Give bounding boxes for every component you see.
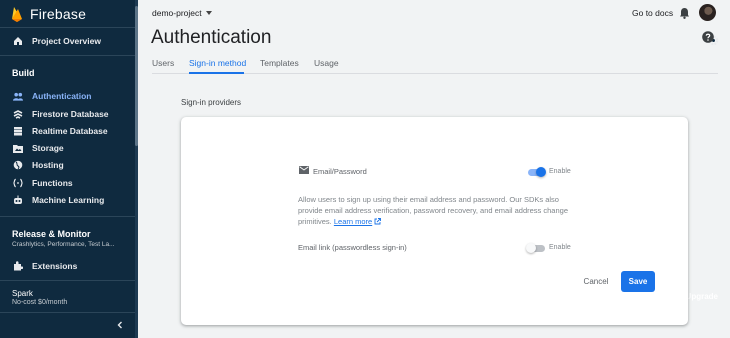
tab-templates[interactable]: Templates <box>260 58 299 68</box>
help-icon[interactable] <box>702 31 714 43</box>
chevron-left-icon[interactable] <box>115 320 125 330</box>
folder-icon <box>13 143 23 153</box>
sidebar-item-label: Authentication <box>32 91 92 101</box>
sidebar-divider <box>0 216 138 217</box>
firebase-logo[interactable]: Firebase <box>10 4 86 24</box>
provider-description: Allow users to sign up using their email… <box>298 194 570 227</box>
brand-name: Firebase <box>30 6 87 22</box>
sidebar-item-label: Storage <box>32 143 64 153</box>
sidebar-scrollbar[interactable] <box>135 6 138 146</box>
caret-down-icon <box>205 11 212 15</box>
home-icon <box>13 36 23 46</box>
sidebar-item-firestore-database[interactable]: Firestore Database <box>0 108 136 120</box>
plan-detail: No-cost $0/month <box>12 299 68 306</box>
sidebar-item-project-overview[interactable]: Project Overview <box>0 35 136 47</box>
provider-email-password-label: Email/Password <box>313 167 367 176</box>
learn-more-link[interactable]: Learn more <box>334 217 372 226</box>
toggle-knob <box>536 167 546 177</box>
tab-usage[interactable]: Usage <box>314 58 339 68</box>
tab-users[interactable]: Users <box>152 58 174 68</box>
cancel-button[interactable]: Cancel <box>578 272 614 291</box>
page-title: Authentication <box>151 27 272 48</box>
sidebar-item-label: Hosting <box>32 160 64 170</box>
firestore-icon <box>13 109 23 119</box>
sidebar-section-release-monitor[interactable]: Release & Monitor <box>12 229 91 239</box>
sidebar-item-machine-learning[interactable]: Machine Learning <box>0 194 136 206</box>
tab-sign-in-method[interactable]: Sign-in method <box>189 58 246 68</box>
sidebar-item-extensions[interactable]: Extensions <box>0 260 136 272</box>
mail-icon <box>299 166 309 174</box>
sidebar-divider <box>0 280 138 281</box>
sidebar-item-functions[interactable]: Functions <box>0 177 136 189</box>
database-icon <box>13 126 23 136</box>
sidebar-item-storage[interactable]: Storage <box>0 142 136 154</box>
provider-email-link-label: Email link (passwordless sign-in) <box>298 243 407 252</box>
sidebar-item-label: Extensions <box>32 261 78 271</box>
upgrade-button[interactable]: Upgrade <box>686 292 718 301</box>
toggle-knob <box>526 243 536 253</box>
sidebar-section-subtitle: Crashlytics, Performance, Test La... <box>12 241 115 248</box>
email-password-toggle[interactable] <box>526 167 546 177</box>
avatar[interactable] <box>699 4 716 21</box>
project-selector[interactable]: demo-project <box>152 8 212 18</box>
plan-name: Spark <box>12 289 33 298</box>
email-link-toggle[interactable] <box>526 243 546 253</box>
sidebar-item-label: Realtime Database <box>32 126 108 136</box>
go-to-docs-link[interactable]: Go to docs <box>632 8 673 18</box>
sidebar-item-authentication[interactable]: Authentication <box>0 90 136 102</box>
sidebar-item-hosting[interactable]: Hosting <box>0 159 136 171</box>
bell-icon[interactable] <box>679 7 690 19</box>
robot-icon <box>13 195 23 205</box>
email-password-enable-label: Enable <box>549 168 571 175</box>
people-icon <box>13 91 23 101</box>
firebase-flame-icon <box>12 7 22 22</box>
section-label: Sign-in providers <box>181 98 242 107</box>
sidebar-item-label: Functions <box>32 178 73 188</box>
sidebar-section-build[interactable]: Build <box>12 68 35 78</box>
project-name: demo-project <box>152 8 202 18</box>
extensions-icon <box>13 261 23 271</box>
sidebar-divider <box>0 27 138 28</box>
globe-icon <box>13 160 23 170</box>
sidebar-item-label: Firestore Database <box>32 109 109 119</box>
functions-icon <box>13 178 23 188</box>
sidebar-item-label: Project Overview <box>32 36 101 46</box>
external-link-icon[interactable] <box>374 218 382 225</box>
sidebar-divider <box>0 55 138 56</box>
sidebar-divider <box>0 312 138 313</box>
sidebar-item-realtime-database[interactable]: Realtime Database <box>0 125 136 137</box>
email-link-enable-label: Enable <box>549 244 571 251</box>
sidebar-item-label: Machine Learning <box>32 195 105 205</box>
active-tab-indicator <box>189 72 244 74</box>
save-button[interactable]: Save <box>621 271 655 292</box>
